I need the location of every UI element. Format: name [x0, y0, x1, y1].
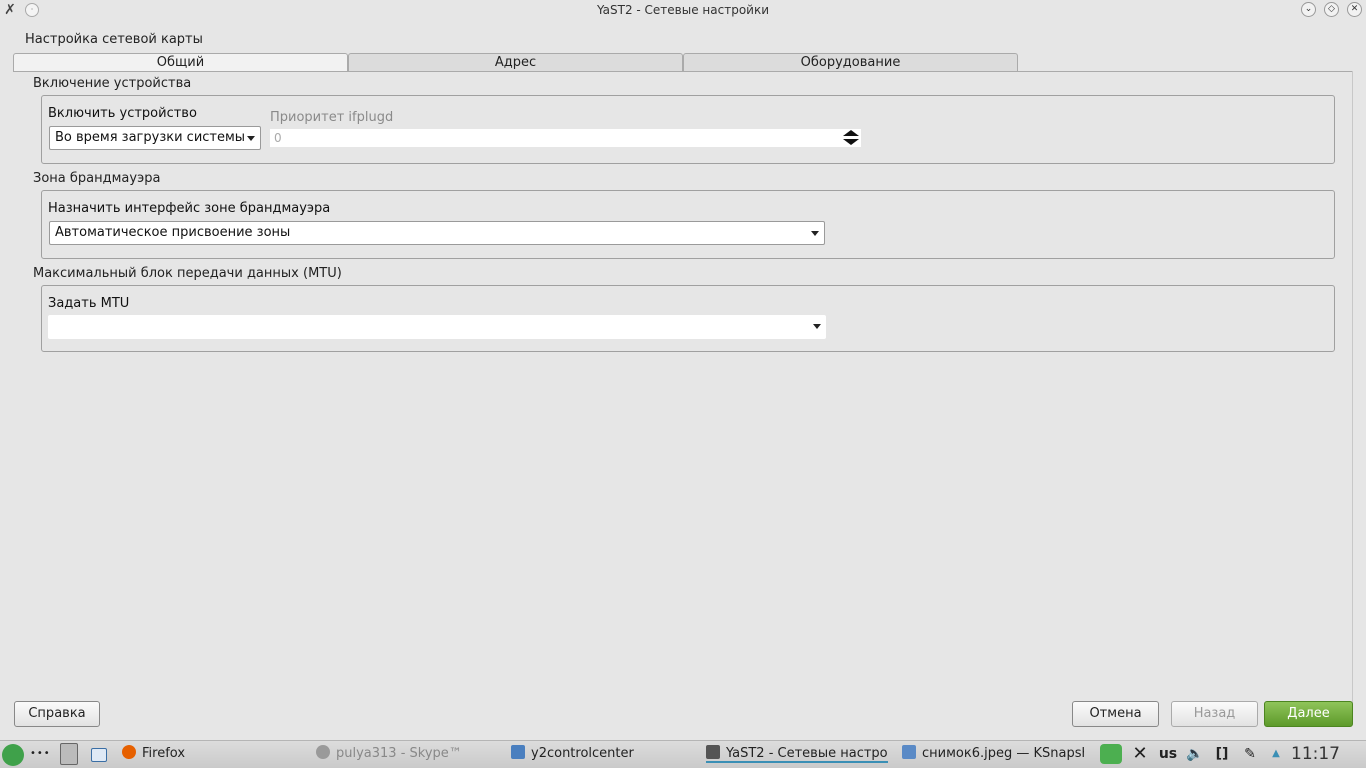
device-activation-group-title: Включение устройства [33, 76, 192, 91]
network-icon[interactable]: ✕ [1128, 744, 1152, 764]
active-task-indicator [706, 761, 888, 763]
volume-icon[interactable]: 🔈 [1184, 744, 1206, 764]
tab-hardware[interactable]: Оборудование [683, 53, 1018, 72]
firewall-zone-value: Автоматическое присвоение зоны [55, 225, 291, 240]
show-desktop-icon[interactable] [91, 748, 107, 762]
enable-device-value: Во время загрузки системы [55, 130, 246, 145]
ifplugd-priority-value: 0 [274, 131, 282, 145]
firewall-zone-label: Назначить интерфейс зоне брандмауэра [48, 201, 331, 216]
pen-icon[interactable]: ✎ [1238, 744, 1262, 764]
close-button[interactable]: ✕ [1347, 2, 1362, 17]
mtu-group-title: Максимальный блок передачи данных (MTU) [33, 266, 342, 281]
cancel-button[interactable]: Отмена [1072, 701, 1159, 727]
page-title: Настройка сетевой карты [25, 32, 203, 47]
chevron-down-icon [247, 136, 255, 141]
updater-icon[interactable] [1100, 744, 1122, 764]
window-title: YaST2 - Сетевые настройки [596, 3, 770, 17]
yast-icon [511, 745, 525, 759]
taskbar-item-ksnapshot[interactable]: снимок6.jpeg — KSnapsh [902, 740, 1084, 768]
tab-address[interactable]: Адрес [348, 53, 683, 72]
tray-expand-icon[interactable]: ▲ [1268, 744, 1284, 764]
ifplugd-priority-spinbox[interactable]: 0 [270, 129, 861, 147]
keyboard-layout[interactable]: us [1156, 744, 1180, 764]
firewall-group-title: Зона брандмауэра [33, 171, 161, 186]
yast-icon [706, 745, 720, 759]
clock[interactable]: 11:17 [1291, 740, 1340, 768]
taskbar-item-yast2-network[interactable]: YaST2 - Сетевые настро [706, 740, 888, 768]
tab-frame-line [13, 71, 1353, 72]
enable-device-label: Включить устройство [48, 106, 197, 121]
minimize-button[interactable]: ⌄ [1301, 2, 1316, 17]
mtu-combobox[interactable] [48, 315, 826, 339]
chevron-down-icon [811, 231, 819, 236]
pager-icon[interactable] [60, 743, 78, 765]
spin-down-icon[interactable] [843, 139, 859, 145]
enable-device-combobox[interactable]: Во время загрузки системы [49, 126, 261, 150]
maximize-button[interactable]: ◇ [1324, 2, 1339, 17]
ifplugd-priority-label: Приоритет ifplugd [270, 110, 394, 125]
mtu-label: Задать MTU [48, 296, 130, 311]
application-launcher-icon[interactable] [2, 744, 24, 766]
skype-icon [316, 745, 330, 759]
tab-frame-side [1352, 71, 1353, 711]
tab-general[interactable]: Общий [13, 53, 348, 72]
firefox-icon [122, 745, 136, 759]
back-button[interactable]: Назад [1171, 701, 1258, 727]
taskbar-item-skype[interactable]: pulya313 - Skype™ [316, 740, 496, 768]
window-titlebar: ✗ · YaST2 - Сетевые настройки ⌄ ◇ ✕ [0, 0, 1366, 20]
battery-icon[interactable]: [] [1210, 744, 1234, 764]
taskbar-item-firefox[interactable]: Firefox [122, 740, 302, 768]
taskbar-item-y2controlcenter[interactable]: y2controlcenter [511, 740, 691, 768]
more-dots-icon[interactable]: ••• [30, 740, 51, 768]
spin-up-icon[interactable] [843, 130, 859, 136]
next-button[interactable]: Далее [1264, 701, 1353, 727]
firewall-zone-combobox[interactable]: Автоматическое присвоение зоны [49, 221, 825, 245]
help-button[interactable]: Справка [14, 701, 100, 727]
ksnapshot-icon [902, 745, 916, 759]
chevron-down-icon [813, 324, 821, 329]
